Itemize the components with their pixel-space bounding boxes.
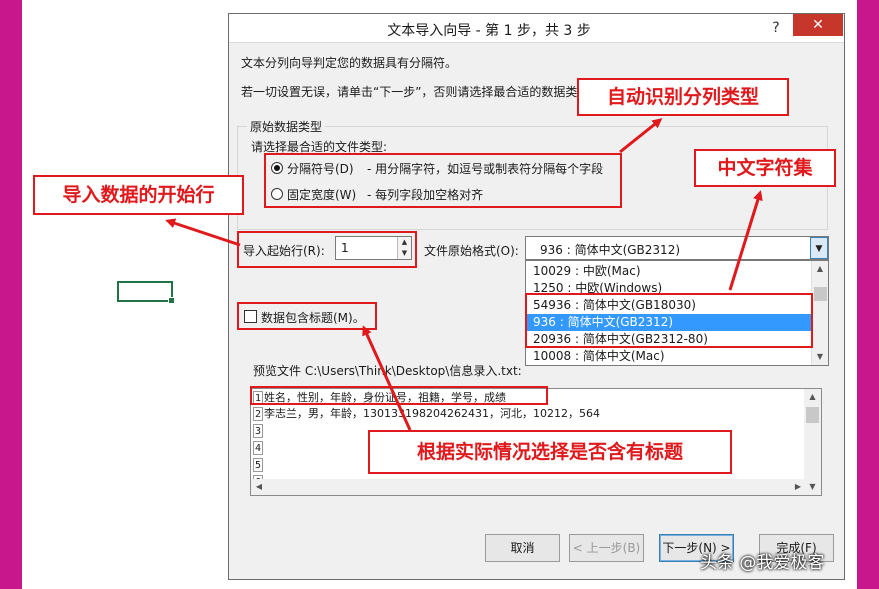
arrow-header-choice — [362, 325, 412, 431]
callout-start-row: 导入数据的开始行 — [33, 175, 244, 215]
arrow-charset — [728, 190, 763, 291]
callout-header-choice: 根据实际情况选择是否含有标题 — [368, 430, 732, 474]
watermark: 头条 @我爱极客 — [700, 553, 825, 573]
arrow-start-row — [165, 218, 241, 247]
callout-charset: 中文字符集 — [694, 149, 836, 187]
callout-auto-detect: 自动识别分列类型 — [577, 78, 789, 116]
arrow-auto-detect — [619, 118, 663, 154]
